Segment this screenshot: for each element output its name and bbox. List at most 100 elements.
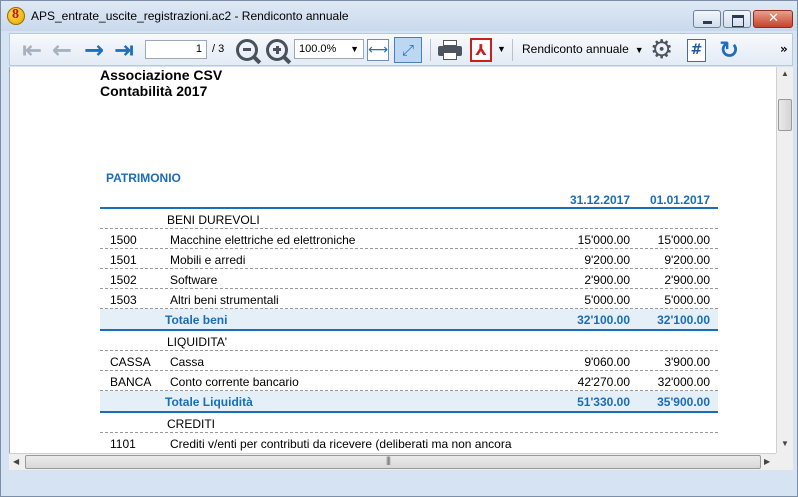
total-value-end: 51'330.00 [577, 395, 630, 409]
value-end: 9'200.00 [584, 253, 630, 267]
toolbar-overflow-button[interactable]: » [780, 42, 788, 56]
table-row: 1502 Software 2'900.00 2'900.00 [100, 269, 718, 289]
vertical-scroll-thumb[interactable] [778, 99, 792, 131]
export-pdf-button[interactable]: ⅄ [470, 38, 492, 62]
fit-page-button[interactable]: ⤢ [394, 37, 422, 63]
total-row: Totale Liquidità 51'330.00 35'900.00 [100, 391, 718, 413]
arrow-left-icon: ← [52, 36, 73, 64]
page-total-label: / 3 [212, 43, 225, 55]
section-title: PATRIMONIO [106, 171, 181, 185]
report-subtitle: Contabilità 2017 [100, 83, 208, 99]
total-value-start: 35'900.00 [657, 395, 710, 409]
toolbar: ⇤ ← → ⇥ 1 / 3 100.0% ▼ ⟷ ⤢ ⅄ ▼ Rendicont… [9, 33, 793, 66]
settings-button[interactable]: ⚙ [650, 37, 673, 63]
arrow-right-icon: → [84, 36, 105, 64]
account-description: Macchine elettriche ed elettroniche [170, 233, 356, 247]
title-bar[interactable]: APS_entrate_uscite_registrazioni.ac2 - R… [1, 1, 797, 31]
zoom-out-button[interactable] [234, 37, 262, 65]
account-description: Cassa [170, 355, 205, 369]
scroll-down-icon[interactable]: ▼ [781, 439, 789, 448]
refresh-button[interactable]: ↻ [719, 36, 739, 64]
account-code: 1503 [110, 293, 137, 307]
horizontal-scrollbar[interactable]: ◀ ▶ [9, 453, 776, 470]
scroll-right-icon[interactable]: ▶ [764, 457, 770, 466]
maximize-button[interactable] [723, 10, 751, 28]
app-logo-icon [7, 7, 25, 25]
fit-width-button[interactable]: ⟷ [367, 39, 389, 61]
account-code: 1101 [110, 437, 136, 451]
value-end: 9'060.00 [584, 355, 630, 369]
value-start: 15'000.00 [657, 233, 710, 247]
minimize-button[interactable] [693, 10, 721, 28]
total-label: Totale Liquidità [165, 395, 253, 409]
report-select[interactable]: Rendiconto annuale ▼ [522, 42, 644, 56]
report-name: Rendiconto annuale [522, 42, 629, 56]
last-page-button[interactable]: ⇥ [114, 37, 134, 63]
value-end: 5'000.00 [584, 293, 630, 307]
value-start: 3'900.00 [664, 355, 710, 369]
zoom-in-icon [266, 39, 292, 65]
scroll-up-icon[interactable]: ▲ [781, 69, 789, 78]
vertical-scrollbar[interactable]: ▲ ▼ [776, 67, 793, 453]
fit-page-icon: ⤢ [401, 41, 414, 59]
export-dropdown-icon[interactable]: ▼ [497, 44, 506, 54]
table-row: 1501 Mobili e arredi 9'200.00 9'200.00 [100, 249, 718, 269]
table-row: 1101 Crediti v/enti per contributi da ri… [100, 433, 718, 453]
organization-name: Associazione CSV [100, 67, 223, 83]
account-code: CASSA [110, 355, 151, 369]
numbering-button[interactable]: # [687, 39, 706, 62]
account-code: 1502 [110, 273, 137, 287]
toolbar-separator [430, 39, 431, 61]
print-button[interactable] [438, 40, 462, 60]
next-page-button[interactable]: → [84, 37, 104, 63]
double-arrow-left-icon: ⇤ [22, 36, 43, 64]
zoom-value: 100.0% [299, 43, 337, 55]
zoom-in-button[interactable] [264, 37, 292, 65]
horizontal-scroll-thumb[interactable] [25, 455, 761, 469]
page-number-input[interactable]: 1 [145, 40, 207, 59]
account-description: Crediti v/enti per contributi da ricever… [170, 437, 512, 451]
group-label: BENI DUREVOLI [167, 213, 260, 227]
hash-icon: # [690, 42, 703, 58]
account-description: Mobili e arredi [170, 253, 246, 267]
zoom-out-icon [236, 39, 262, 65]
gear-icon: ⚙ [650, 35, 674, 65]
group-row: BENI DUREVOLI [100, 209, 718, 229]
table-row: CASSA Cassa 9'060.00 3'900.00 [100, 351, 718, 371]
table-row: 1500 Macchine elettriche ed elettroniche… [100, 229, 718, 249]
value-end: 42'270.00 [577, 375, 630, 389]
total-label: Totale beni [165, 313, 228, 327]
report-preview[interactable]: Associazione CSV Contabilità 2017 PATRIM… [9, 67, 776, 453]
total-value-end: 32'100.00 [577, 313, 630, 327]
chevron-down-icon: ▼ [350, 44, 359, 54]
toolbar-separator [512, 39, 513, 61]
account-code: 1500 [110, 233, 137, 247]
app-window: APS_entrate_uscite_registrazioni.ac2 - R… [0, 0, 798, 497]
pdf-icon: ⅄ [475, 41, 487, 59]
group-label: CREDITI [167, 417, 215, 431]
account-description: Conto corrente bancario [170, 375, 299, 389]
column-header-start: 01.01.2017 [649, 193, 710, 207]
zoom-select[interactable]: 100.0% ▼ [294, 39, 364, 59]
refresh-icon: ↻ [719, 36, 740, 64]
group-label: LIQUIDITA' [167, 335, 228, 349]
status-bar [1, 471, 797, 496]
account-code: 1501 [110, 253, 137, 267]
total-value-start: 32'100.00 [657, 313, 710, 327]
account-description: Altri beni strumentali [170, 293, 279, 307]
total-row: Totale beni 32'100.00 32'100.00 [100, 309, 718, 331]
scroll-left-icon[interactable]: ◀ [13, 457, 19, 466]
window-title: APS_entrate_uscite_registrazioni.ac2 - R… [31, 9, 349, 23]
value-start: 9'200.00 [664, 253, 710, 267]
close-button[interactable] [753, 10, 793, 28]
first-page-button[interactable]: ⇤ [22, 37, 42, 63]
account-code: BANCA [110, 375, 152, 389]
group-row: LIQUIDITA' [100, 331, 718, 351]
double-arrow-right-icon: ⇥ [114, 36, 135, 64]
value-end: 15'000.00 [577, 233, 630, 247]
chevron-down-icon: ▼ [634, 45, 644, 55]
scrollbar-corner [776, 453, 793, 470]
previous-page-button[interactable]: ← [52, 37, 72, 63]
value-start: 32'000.00 [657, 375, 710, 389]
table-row: BANCA Conto corrente bancario 42'270.00 … [100, 371, 718, 391]
